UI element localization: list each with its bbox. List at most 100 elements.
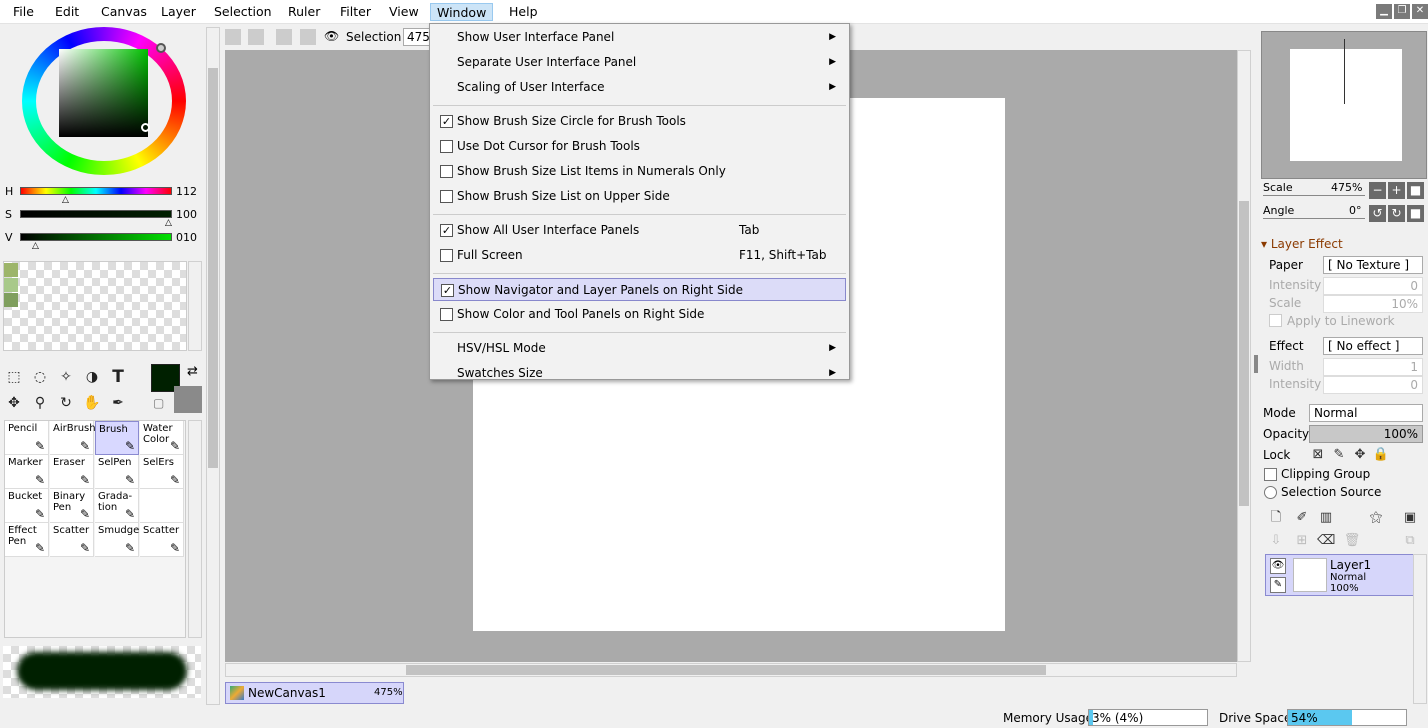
menu-item-show-navigator-and-layer-panels-on-right-side[interactable]: ✓ Show Navigator and Layer Panels on Righ… [433, 278, 846, 301]
saturation-value-square[interactable] [59, 49, 148, 137]
menu-item-use-dot-cursor-for-brush-tools[interactable]: Use Dot Cursor for Brush Tools [433, 135, 846, 158]
saturation-slider[interactable] [20, 210, 172, 218]
menu-item-hsv-hsl-mode[interactable]: HSV/HSL Mode ▶ [433, 337, 846, 360]
brush-binary-pen[interactable]: Binary Pen ✎ [50, 489, 94, 523]
swap-colors-icon[interactable]: ⇄ [187, 364, 198, 379]
merge-down-icon[interactable]: ⊞ [1293, 532, 1311, 550]
menu-item-show-brush-size-list-on-upper-side[interactable]: Show Brush Size List on Upper Side [433, 185, 846, 208]
color-picker-handle[interactable] [141, 123, 150, 132]
brush-airbrush[interactable]: AirBrush ✎ [50, 421, 96, 455]
effect-intensity-input[interactable]: 0 [1323, 376, 1423, 394]
brush-selpen[interactable]: SelPen ✎ [95, 455, 139, 489]
new-layer-icon[interactable]: 🗋 [1267, 509, 1285, 527]
transparent-color-icon[interactable]: ▢ [153, 396, 164, 410]
menu-layer[interactable]: Layer [155, 3, 202, 21]
zoom-reset-icon[interactable]: ■ [1407, 182, 1424, 199]
restore-icon[interactable]: ❐ [1394, 4, 1410, 19]
canvas-vscrollbar[interactable] [1237, 50, 1251, 662]
texture-scale-input[interactable]: 10% [1323, 295, 1423, 313]
brush-bucket[interactable]: Bucket ✎ [5, 489, 49, 523]
brush-pencil[interactable]: Pencil ✎ [5, 421, 49, 455]
layer-visibility-eye-icon[interactable]: 👁 [1270, 558, 1286, 574]
brush-grada-tion[interactable]: Grada- tion ✎ [95, 489, 139, 523]
menu-help[interactable]: Help [503, 3, 544, 21]
scale-slider[interactable] [1263, 195, 1365, 196]
menu-selection[interactable]: Selection [208, 3, 278, 21]
angle-slider[interactable] [1263, 218, 1365, 219]
zoom-out-icon[interactable]: − [1369, 182, 1386, 199]
apply-linework-checkbox[interactable] [1269, 314, 1282, 327]
checkmark-icon[interactable]: ✓ [440, 224, 453, 237]
menu-item-show-user-interface-panel[interactable]: Show User Interface Panel ▶ [433, 26, 846, 49]
menu-window[interactable]: Window [430, 3, 494, 21]
left-scroll-thumb[interactable] [208, 68, 218, 468]
width-input[interactable]: 1 [1323, 358, 1423, 376]
canvas-vscroll-thumb[interactable] [1239, 201, 1249, 506]
text-tool-icon[interactable]: T [108, 367, 128, 387]
redo-icon[interactable] [248, 29, 264, 45]
eye-icon[interactable]: 👁 [324, 29, 339, 43]
layer-mask-icon[interactable]: ⚝ [1367, 509, 1385, 527]
delete-layer-icon[interactable]: 🗑 [1343, 532, 1361, 550]
menu-filter[interactable]: Filter [334, 3, 377, 21]
secondary-color[interactable] [174, 386, 202, 413]
right-panel-splitter[interactable] [1254, 355, 1258, 373]
lock-move-icon[interactable]: ✥ [1351, 446, 1369, 464]
rect-select-icon[interactable]: ⬚ [4, 367, 24, 387]
undo-icon[interactable] [225, 29, 241, 45]
navigator-view[interactable] [1261, 31, 1427, 179]
hue-handle[interactable] [156, 43, 166, 53]
lock-paint-icon[interactable]: ✎ [1330, 446, 1348, 464]
clipping-group-checkbox[interactable] [1264, 468, 1277, 481]
menu-item-scaling-of-user-interface[interactable]: Scaling of User Interface ▶ [433, 76, 846, 99]
new-linework-layer-icon[interactable]: ✐ [1293, 509, 1311, 527]
eyedropper-icon[interactable]: ✒ [108, 393, 128, 413]
checkmark-icon[interactable]: ✓ [441, 284, 454, 297]
checkbox-icon[interactable] [440, 249, 453, 262]
selection-source-checkbox[interactable] [1264, 486, 1277, 499]
minimize-icon[interactable]: ▁ [1376, 4, 1392, 19]
brush-smudge[interactable]: Smudge ✎ [95, 523, 139, 557]
layer-color-icon[interactable]: ▣ [1401, 509, 1419, 527]
rotate-reset-icon[interactable]: ■ [1407, 205, 1424, 222]
brush-brush[interactable]: Brush ✎ [95, 421, 139, 455]
shape-icon[interactable]: ◑ [82, 367, 102, 387]
paper-texture-select[interactable]: [ No Texture ] [1323, 256, 1423, 274]
menu-item-show-color-and-tool-panels-on-right-side[interactable]: Show Color and Tool Panels on Right Side [433, 303, 846, 326]
checkbox-icon[interactable] [440, 140, 453, 153]
layer-options-icon[interactable]: ⧉ [1401, 532, 1419, 550]
lasso-icon[interactable]: ◌ [30, 367, 50, 387]
brush-scrollbar[interactable] [188, 420, 202, 638]
hue-slider[interactable] [20, 187, 172, 195]
layer-row[interactable]: 👁 ✎ Layer1 Normal 100% [1265, 554, 1421, 596]
menu-ruler[interactable]: Ruler [282, 3, 326, 21]
value-slider[interactable] [20, 233, 172, 241]
move-icon[interactable]: ✥ [4, 393, 24, 413]
menu-item-show-brush-size-list-items-in-numerals-only[interactable]: Show Brush Size List Items in Numerals O… [433, 160, 846, 183]
menu-item-full-screen[interactable]: Full Screen F11, Shift+Tab [433, 244, 846, 267]
checkbox-icon[interactable] [440, 308, 453, 321]
swatch-3[interactable] [4, 293, 18, 307]
menu-item-swatches-size[interactable]: Swatches Size ▶ [433, 362, 846, 385]
effect-select[interactable]: [ No effect ] [1323, 337, 1423, 355]
lock-all-icon[interactable]: 🔒 [1372, 446, 1390, 464]
zoom-in-icon[interactable]: + [1388, 182, 1405, 199]
rotate-icon[interactable]: ↻ [56, 393, 76, 413]
swatch-1[interactable] [4, 263, 18, 277]
layer-paint-icon[interactable]: ✎ [1270, 577, 1286, 593]
checkmark-icon[interactable]: ✓ [440, 115, 453, 128]
left-panel-scrollbar[interactable] [206, 27, 220, 705]
brush-eraser[interactable]: Eraser ✎ [50, 455, 94, 489]
brush-effect-pen[interactable]: Effect Pen ✎ [5, 523, 49, 557]
layer-scrollbar[interactable] [1413, 554, 1427, 704]
close-icon[interactable]: ✕ [1412, 4, 1428, 19]
checkbox-icon[interactable] [440, 190, 453, 203]
menu-edit[interactable]: Edit [49, 3, 85, 21]
rotate-right-icon[interactable]: ↻ [1388, 205, 1405, 222]
menu-item-show-all-user-interface-panels[interactable]: ✓ Show All User Interface Panels Tab [433, 219, 846, 242]
lock-transparency-icon[interactable]: ⊠ [1309, 446, 1327, 464]
brush-scatter[interactable]: Scatter ✎ [140, 523, 184, 557]
swatch-2[interactable] [4, 278, 18, 292]
rotate-left-icon[interactable]: ↺ [1369, 205, 1386, 222]
brush-selers[interactable]: SelErs ✎ [140, 455, 184, 489]
